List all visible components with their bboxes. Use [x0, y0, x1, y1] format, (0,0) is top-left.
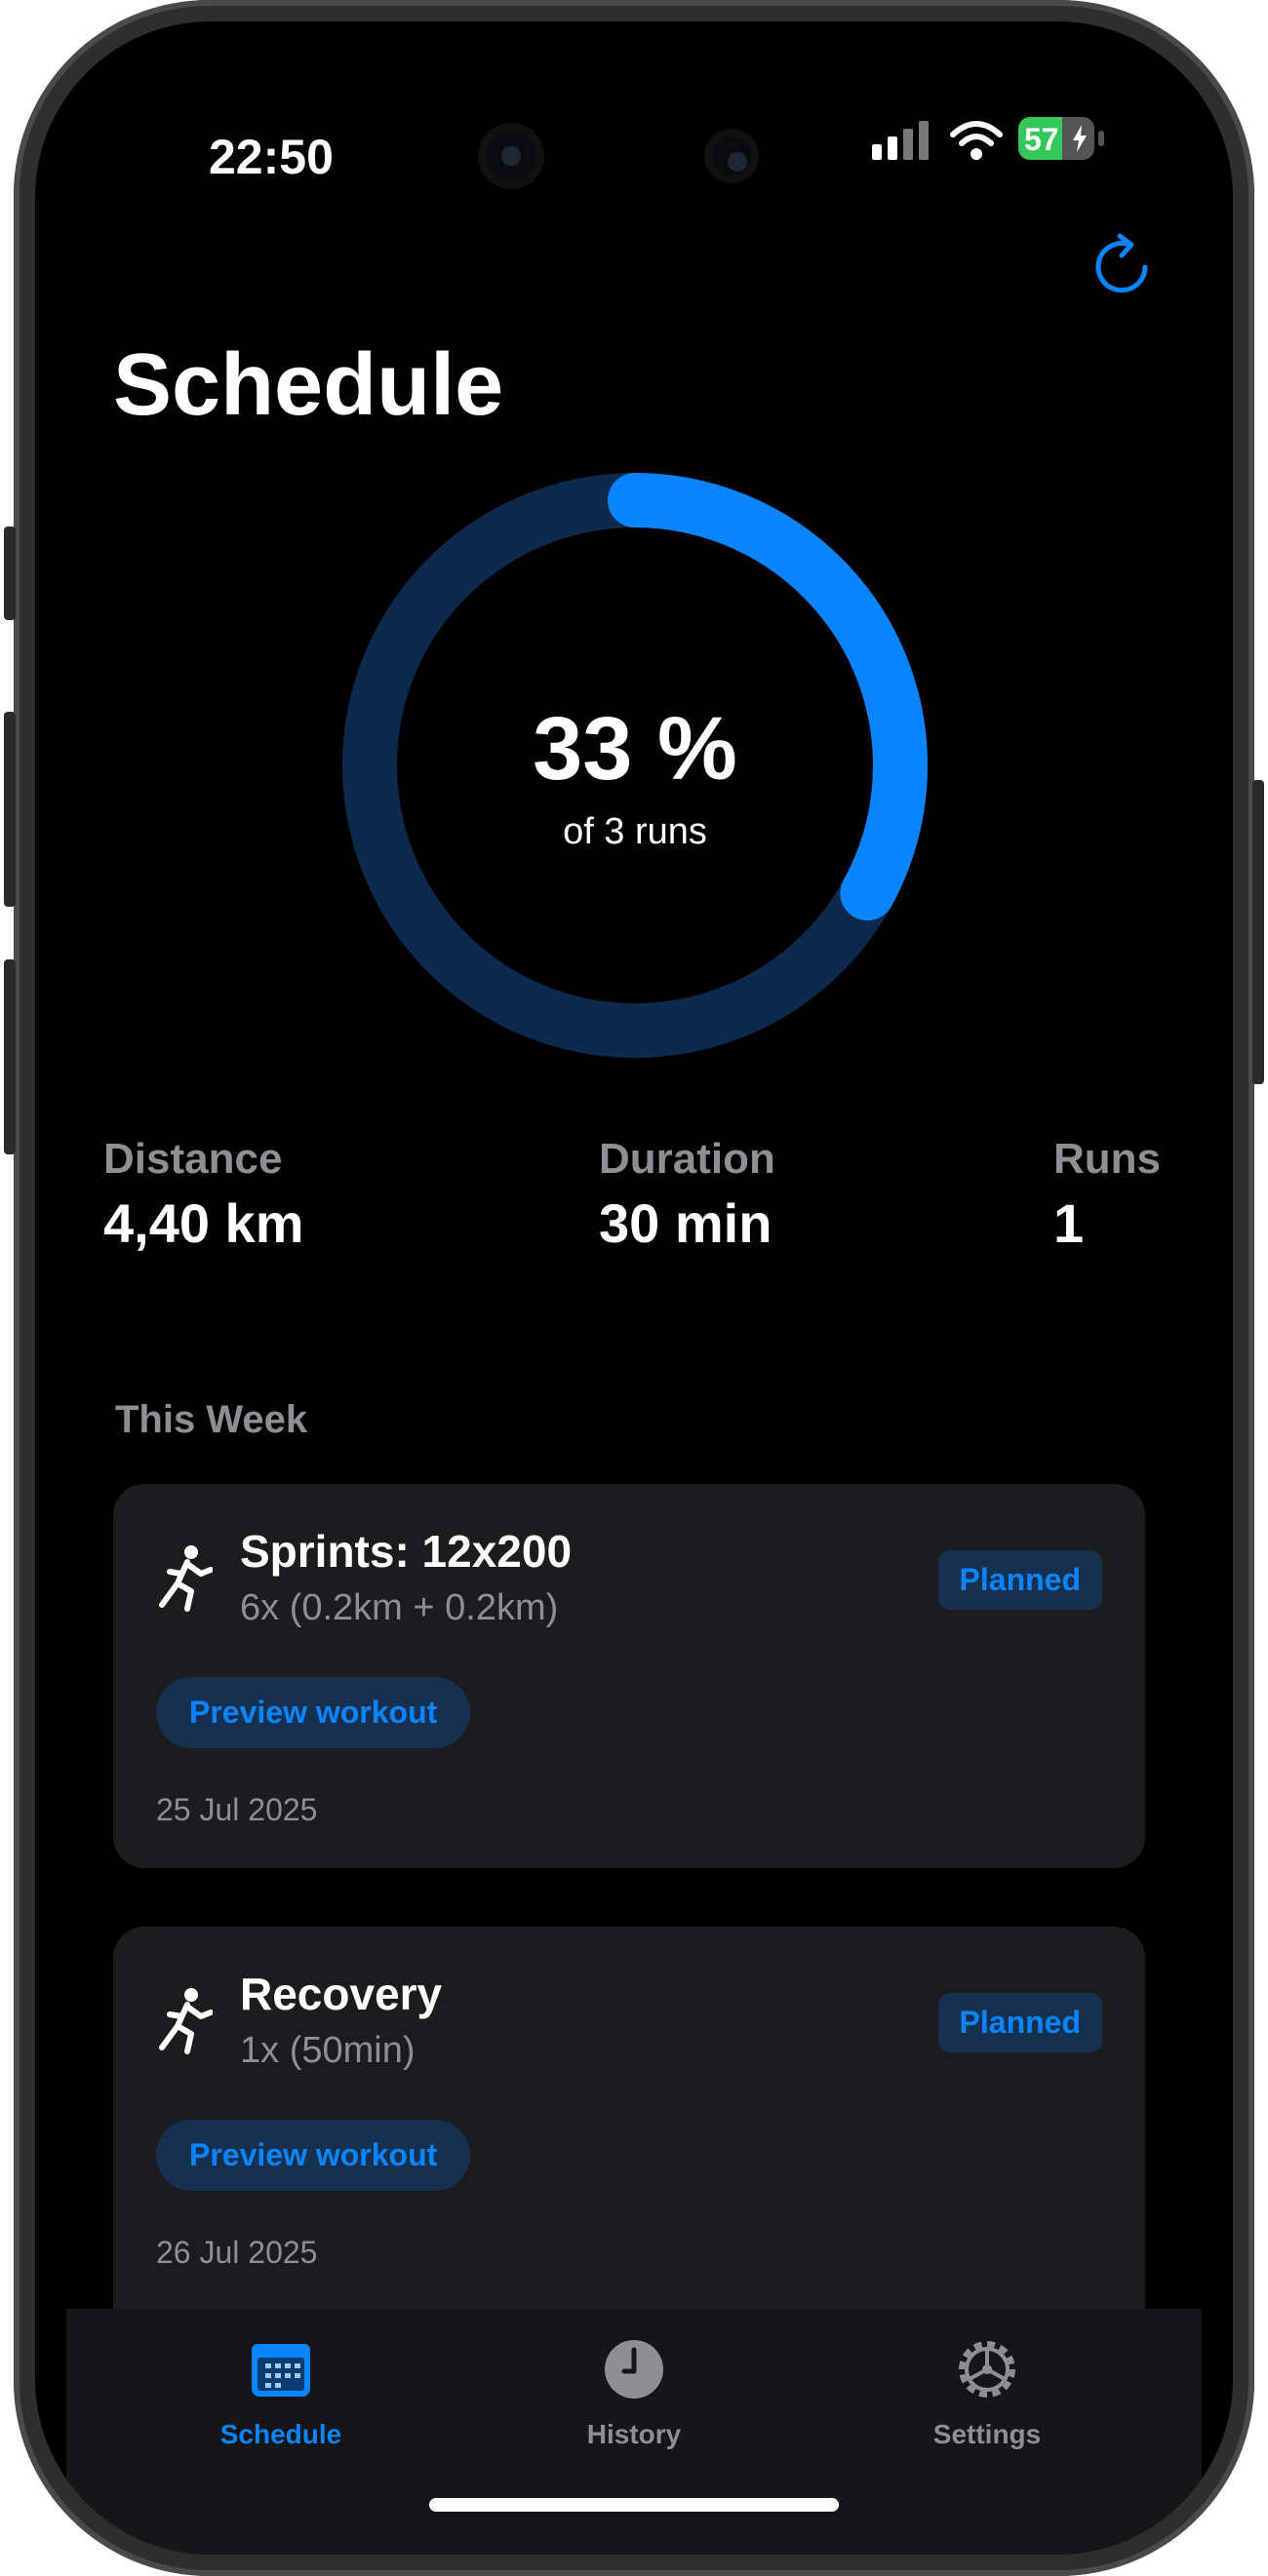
screen: 22:50 57 Schedule 33 % of 3 runs Distanc… — [35, 21, 1233, 2555]
tab-settings[interactable]: Settings — [841, 2336, 1133, 2450]
charging-bolt-icon — [1073, 125, 1087, 152]
clock-icon — [605, 2340, 663, 2399]
preview-workout-button[interactable]: Preview workout — [156, 1677, 471, 1748]
tab-label: Settings — [932, 2419, 1042, 2449]
stat-value: 1 — [1053, 1192, 1085, 1254]
camera-sensor-icon — [704, 129, 759, 183]
progress-percent: 33 % — [533, 699, 737, 799]
wifi-icon — [950, 121, 1003, 160]
tab-history[interactable]: History — [488, 2336, 780, 2450]
side-button-action — [4, 527, 16, 620]
workout-title: Sprints: 12x200 — [240, 1526, 573, 1577]
battery-percent: 57 — [1024, 122, 1059, 157]
tab-label: History — [586, 2419, 682, 2449]
side-button-volume-up — [4, 712, 16, 907]
stat-label: Distance — [103, 1135, 283, 1183]
page-title: Schedule — [113, 336, 504, 434]
progress-ring: 33 % of 3 runs — [337, 468, 932, 1063]
status-bar: 22:50 57 — [35, 21, 1233, 189]
workout-date: 25 Jul 2025 — [156, 1792, 318, 1827]
battery-icon: 57 — [1018, 117, 1094, 160]
workout-card[interactable]: Sprints: 12x200 6x (0.2km + 0.2km) Plann… — [113, 1484, 1145, 1868]
calendar-icon — [252, 2344, 310, 2397]
status-badge: Planned — [937, 1550, 1102, 1610]
workout-card[interactable]: Recovery 1x (50min) Planned Preview work… — [113, 1927, 1145, 2336]
workout-date: 26 Jul 2025 — [156, 2235, 318, 2270]
progress-subtitle: of 3 runs — [563, 811, 707, 852]
stat-label: Duration — [599, 1135, 775, 1183]
status-time: 22:50 — [209, 130, 334, 184]
running-person-icon — [159, 1545, 213, 1612]
cellular-signal-icon — [872, 121, 929, 160]
battery-cap — [1098, 131, 1104, 146]
preview-workout-button[interactable]: Preview workout — [156, 2120, 471, 2191]
stat-duration: Duration 30 min — [599, 1135, 775, 1255]
tab-bar: Schedule History Settings — [66, 2309, 1202, 2555]
workout-title: Recovery — [240, 1969, 443, 2019]
refresh-icon[interactable] — [1087, 230, 1161, 304]
status-badge: Planned — [937, 1993, 1102, 2052]
workout-subtitle: 1x (50min) — [240, 2030, 416, 2071]
stat-label: Runs — [1053, 1135, 1161, 1183]
side-button-power — [1252, 780, 1264, 1084]
home-indicator[interactable] — [429, 2498, 839, 2512]
tab-schedule[interactable]: Schedule — [135, 2336, 427, 2450]
section-title: This Week — [115, 1398, 308, 1441]
stat-value: 30 min — [599, 1192, 773, 1254]
stat-runs: Runs 1 — [1053, 1135, 1161, 1255]
workout-subtitle: 6x (0.2km + 0.2km) — [240, 1587, 559, 1628]
stat-distance: Distance 4,40 km — [103, 1135, 304, 1255]
stat-value: 4,40 km — [103, 1192, 304, 1254]
gear-icon — [959, 2341, 1015, 2398]
tab-label: Schedule — [219, 2419, 342, 2449]
running-person-icon — [159, 1988, 213, 2054]
camera-lens-icon — [478, 123, 544, 189]
side-button-volume-down — [4, 959, 16, 1154]
